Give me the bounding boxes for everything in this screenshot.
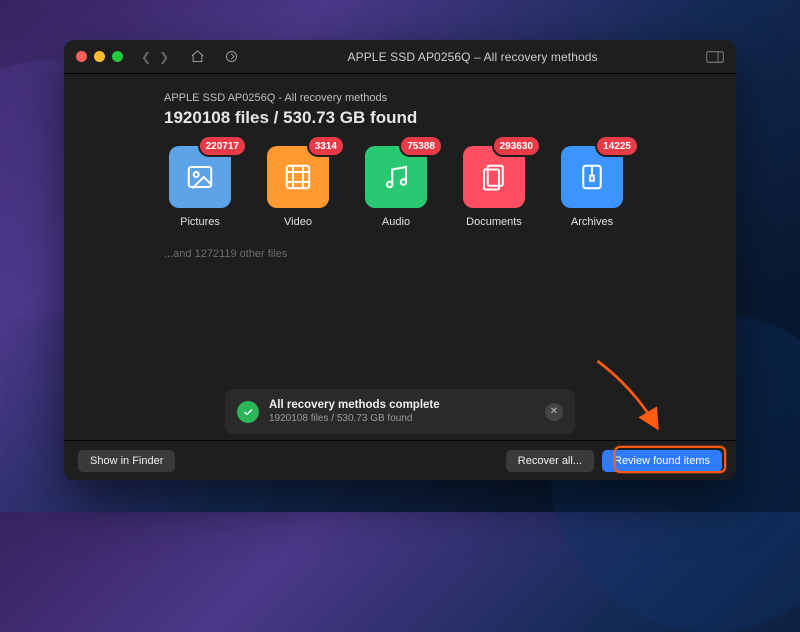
review-found-items-button[interactable]: Review found items bbox=[602, 450, 722, 472]
nav-back-button[interactable]: ❮ bbox=[139, 50, 153, 64]
category-tile-video[interactable]: 3314 Video bbox=[262, 146, 334, 228]
tile-label: Documents bbox=[466, 216, 522, 228]
tile-badge: 3314 bbox=[309, 137, 343, 155]
footer-bar: Show in Finder Recover all... Review fou… bbox=[64, 440, 736, 480]
success-check-icon bbox=[237, 401, 259, 423]
film-icon: 3314 bbox=[267, 146, 329, 208]
music-icon: 75388 bbox=[365, 146, 427, 208]
window-title: APPLE SSD AP0256Q – All recovery methods bbox=[247, 50, 698, 64]
show-in-finder-button[interactable]: Show in Finder bbox=[78, 450, 175, 472]
tile-badge: 14225 bbox=[597, 137, 637, 155]
window-controls bbox=[76, 51, 123, 62]
refresh-icon[interactable] bbox=[223, 49, 239, 65]
minimize-window-button[interactable] bbox=[94, 51, 105, 62]
tile-badge: 220717 bbox=[200, 137, 245, 155]
tile-label: Video bbox=[284, 216, 312, 228]
category-tile-pictures[interactable]: 220717 Pictures bbox=[164, 146, 236, 228]
breadcrumb: APPLE SSD AP0256Q - All recovery methods bbox=[164, 92, 698, 104]
close-window-button[interactable] bbox=[76, 51, 87, 62]
image-icon: 220717 bbox=[169, 146, 231, 208]
dismiss-status-button[interactable]: ✕ bbox=[545, 403, 563, 421]
tile-label: Audio bbox=[382, 216, 410, 228]
status-title: All recovery methods complete bbox=[269, 398, 535, 412]
status-panel: All recovery methods complete 1920108 fi… bbox=[225, 389, 575, 434]
tile-label: Pictures bbox=[180, 216, 220, 228]
category-tiles: 220717 Pictures 3314 Video 75388 Audio 2… bbox=[164, 146, 698, 228]
results-headline: 1920108 files / 530.73 GB found bbox=[164, 108, 698, 128]
zoom-window-button[interactable] bbox=[112, 51, 123, 62]
docs-icon: 293630 bbox=[463, 146, 525, 208]
category-tile-audio[interactable]: 75388 Audio bbox=[360, 146, 432, 228]
nav-arrows: ❮ ❯ bbox=[139, 50, 171, 64]
app-window: ❮ ❯ APPLE SSD AP0256Q – All recovery met… bbox=[64, 40, 736, 480]
recover-all-button[interactable]: Recover all... bbox=[506, 450, 594, 472]
status-text: All recovery methods complete 1920108 fi… bbox=[269, 398, 535, 425]
sidebar-toggle-icon[interactable] bbox=[706, 50, 724, 64]
zip-icon: 14225 bbox=[561, 146, 623, 208]
tile-label: Archives bbox=[571, 216, 613, 228]
tile-badge: 293630 bbox=[494, 137, 539, 155]
category-tile-archives[interactable]: 14225 Archives bbox=[556, 146, 628, 228]
category-tile-documents[interactable]: 293630 Documents bbox=[458, 146, 530, 228]
home-icon[interactable] bbox=[189, 49, 205, 65]
other-files-text: ...and 1272119 other files bbox=[164, 248, 698, 260]
main-content: APPLE SSD AP0256Q - All recovery methods… bbox=[64, 74, 736, 440]
title-bar: ❮ ❯ APPLE SSD AP0256Q – All recovery met… bbox=[64, 40, 736, 74]
nav-forward-button[interactable]: ❯ bbox=[157, 50, 171, 64]
status-subtitle: 1920108 files / 530.73 GB found bbox=[269, 413, 535, 426]
status-row: All recovery methods complete 1920108 fi… bbox=[64, 389, 736, 434]
tile-badge: 75388 bbox=[401, 137, 441, 155]
